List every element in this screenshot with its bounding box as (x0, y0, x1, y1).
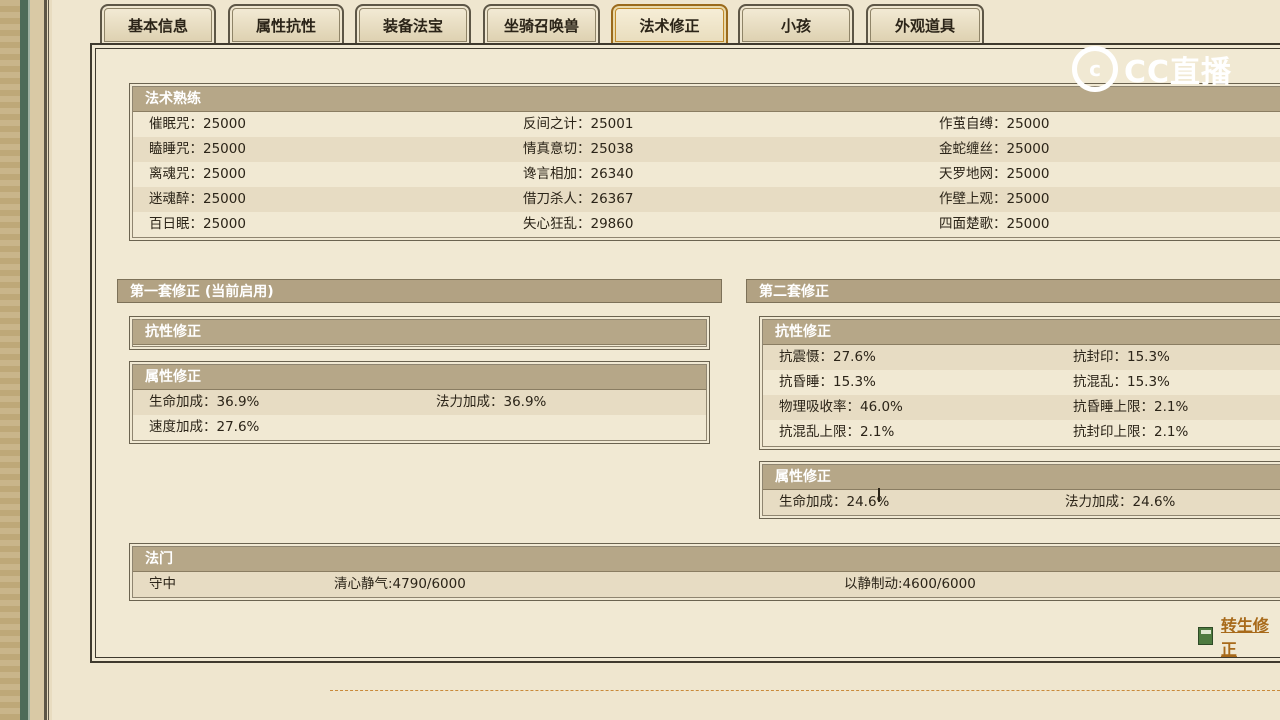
proficiency-cell: 失心狂乱：29860 (523, 216, 634, 232)
tab-equipment[interactable]: 装备法宝 (355, 4, 471, 44)
proficiency-row: 瞌睡咒：25000 情真意切：25038 金蛇缠丝：25000 (133, 137, 1280, 162)
proficiency-row: 百日眠：25000 失心狂乱：29860 四面楚歌：25000 (133, 212, 1280, 237)
set2-resist-row: 物理吸收率：46.0% 抗昏睡上限：2.1% (763, 395, 1280, 420)
set2-resist-cell: 抗震慑：27.6% (779, 349, 876, 365)
proficiency-cell: 金蛇缠丝：25000 (939, 141, 1050, 157)
proficiency-cell: 瞌睡咒：25000 (149, 141, 246, 157)
set1-attr-panel: 属性修正 生命加成：36.9% 法力加成：36.9% 速度加成：27.6% (129, 361, 710, 444)
tab-attribute-resist[interactable]: 属性抗性 (228, 4, 344, 44)
proficiency-cell: 离魂咒：25000 (149, 166, 246, 182)
dashed-divider (330, 690, 1280, 691)
proficiency-cell: 作茧自缚：25000 (939, 116, 1050, 132)
tab-appearance-items[interactable]: 外观道具 (866, 4, 984, 44)
set2-resist-row: 抗昏睡：15.3% 抗混乱：15.3% (763, 370, 1280, 395)
proficiency-cell: 借刀杀人：26367 (523, 191, 634, 207)
cc-live-watermark: c CC直播 (1072, 46, 1232, 92)
famen-title: 法门 (133, 547, 1280, 572)
set1-attr-cell: 法力加成：36.9% (436, 394, 547, 410)
proficiency-cell: 情真意切：25038 (523, 141, 634, 157)
set1-attr-cell: 生命加成：36.9% (149, 394, 260, 410)
set2-attr-title: 属性修正 (763, 465, 1280, 490)
set1-resist-title: 抗性修正 (133, 320, 706, 345)
set2-resist-row: 抗震慑：27.6% 抗封印：15.3% (763, 345, 1280, 370)
famen-panel: 法门 守中 清心静气:4790/6000 以静制动:4600/6000 (129, 543, 1280, 601)
famen-row: 守中 清心静气:4790/6000 以静制动:4600/6000 (133, 572, 1280, 597)
set2-attr-cell: 生命加成：24.6% (779, 494, 890, 510)
set2-resist-cell: 抗混乱上限：2.1% (779, 424, 895, 440)
set1-attr-cell: 速度加成：27.6% (149, 419, 260, 435)
set2-title: 第二套修正 (746, 279, 1280, 303)
proficiency-cell: 百日眠：25000 (149, 216, 246, 232)
set2-resist-cell: 抗混乱：15.3% (1073, 374, 1170, 390)
proficiency-cell: 四面楚歌：25000 (939, 216, 1050, 232)
set1-attr-title: 属性修正 (133, 365, 706, 390)
rebirth-correction-link[interactable]: 转生修正 (1221, 612, 1280, 660)
set2-resist-cell: 抗昏睡上限：2.1% (1073, 399, 1189, 415)
text-cursor (878, 488, 880, 502)
set2-resist-panel: 抗性修正 抗震慑：27.6% 抗封印：15.3% 抗昏睡：15.3% 抗混乱：1… (759, 316, 1280, 450)
proficiency-row: 迷魂醉：25000 借刀杀人：26367 作壁上观：25000 (133, 187, 1280, 212)
proficiency-cell: 谗言相加：26340 (523, 166, 634, 182)
set2-resist-row: 抗混乱上限：2.1% 抗封印上限：2.1% (763, 420, 1280, 445)
tab-mount-summon[interactable]: 坐骑召唤兽 (483, 4, 600, 44)
proficiency-cell: 迷魂醉：25000 (149, 191, 246, 207)
proficiency-cell: 催眠咒：25000 (149, 116, 246, 132)
tab-child[interactable]: 小孩 (738, 4, 854, 44)
set2-resist-cell: 抗封印上限：2.1% (1073, 424, 1189, 440)
famen-cell: 以静制动:4600/6000 (844, 576, 976, 592)
famen-cell: 清心静气:4790/6000 (334, 576, 466, 592)
tab-spell-correction[interactable]: 法术修正 (611, 4, 728, 44)
set2-attr-row: 生命加成：24.6% 法力加成：24.6% (763, 490, 1280, 515)
set1-resist-panel: 抗性修正 (129, 316, 710, 350)
proficiency-panel: 法术熟练 催眠咒：25000 反间之计：25001 作茧自缚：25000 瞌睡咒… (129, 83, 1280, 241)
proficiency-row: 催眠咒：25000 反间之计：25001 作茧自缚：25000 (133, 112, 1280, 137)
set2-resist-cell: 物理吸收率：46.0% (779, 399, 903, 415)
left-border-decoration (0, 0, 52, 720)
famen-cell: 守中 (149, 576, 176, 592)
cc-logo-icon: c (1072, 46, 1118, 92)
proficiency-row: 离魂咒：25000 谗言相加：26340 天罗地网：25000 (133, 162, 1280, 187)
calculator-icon (1198, 627, 1213, 645)
tab-basic-info[interactable]: 基本信息 (100, 4, 216, 44)
proficiency-cell: 作壁上观：25000 (939, 191, 1050, 207)
set2-attr-cell: 法力加成：24.6% (1065, 494, 1176, 510)
proficiency-cell: 天罗地网：25000 (939, 166, 1050, 182)
set1-attr-row: 生命加成：36.9% 法力加成：36.9% (133, 390, 706, 415)
set1-title: 第一套修正 (当前启用) (117, 279, 722, 303)
proficiency-cell: 反间之计：25001 (523, 116, 634, 132)
set2-resist-title: 抗性修正 (763, 320, 1280, 345)
rebirth-correction-link-group[interactable]: 转生修正 (1198, 612, 1280, 660)
watermark-text: CC直播 (1124, 55, 1233, 90)
set1-attr-row: 速度加成：27.6% (133, 415, 706, 440)
set2-attr-panel: 属性修正 生命加成：24.6% 法力加成：24.6% (759, 461, 1280, 519)
set2-resist-cell: 抗封印：15.3% (1073, 349, 1170, 365)
set2-resist-cell: 抗昏睡：15.3% (779, 374, 876, 390)
